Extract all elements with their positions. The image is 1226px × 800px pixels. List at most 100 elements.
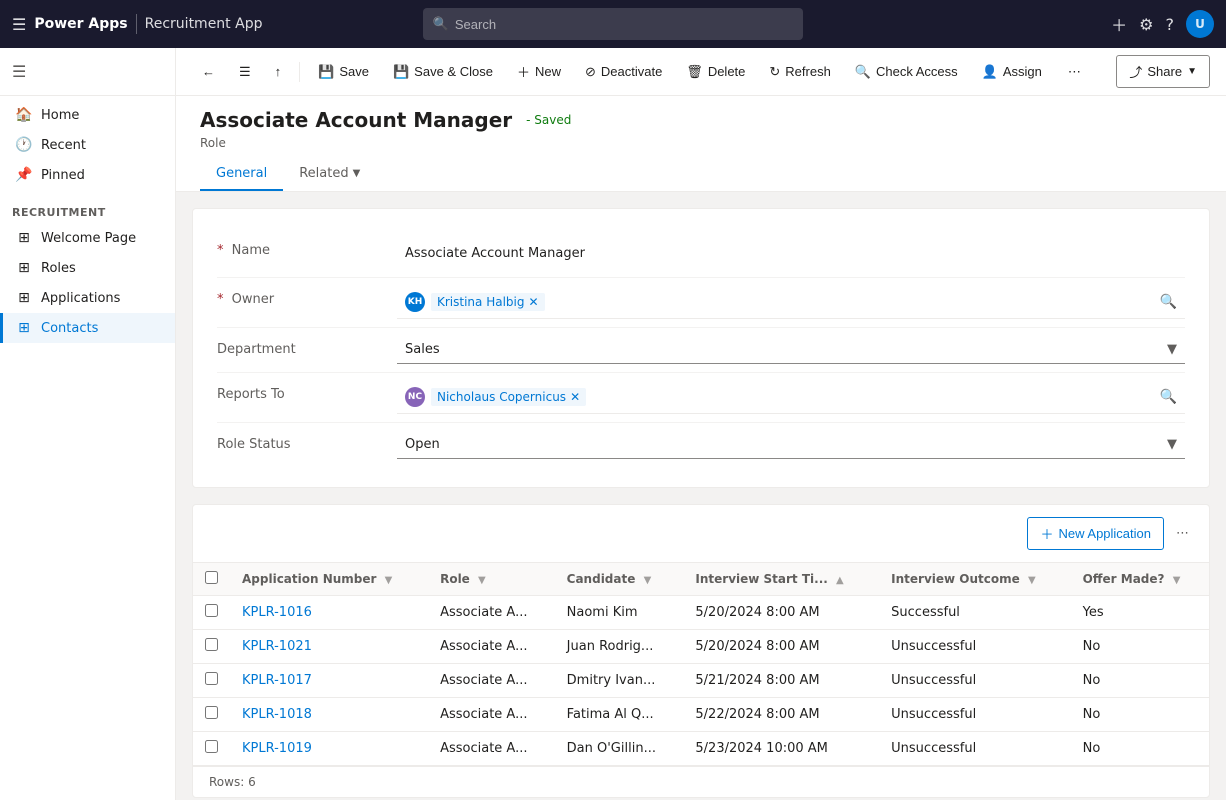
sidebar-toggle[interactable]: ☰ [0, 48, 175, 96]
applications-more-button[interactable]: ⋯ [1172, 522, 1193, 545]
row-checkbox[interactable] [205, 706, 218, 719]
row-offer-made: No [1071, 630, 1209, 664]
row-interview-outcome: Unsuccessful [879, 732, 1070, 766]
app-number-link[interactable]: KPLR-1018 [242, 707, 312, 722]
row-checkbox[interactable] [205, 672, 218, 685]
tab-related[interactable]: Related ▼ [283, 158, 376, 191]
row-checkbox[interactable] [205, 740, 218, 753]
assign-button[interactable]: 👤 Assign [972, 58, 1052, 86]
owner-name-text: Kristina Halbig [437, 295, 524, 309]
save-button[interactable]: 💾 Save [308, 58, 379, 86]
department-field-value[interactable]: Sales ▼ [397, 336, 1185, 364]
col-role-label: Role [440, 572, 470, 586]
back-button[interactable]: ← [192, 58, 225, 85]
owner-lookup-search-icon[interactable]: 🔍 [1160, 294, 1177, 310]
add-icon[interactable]: ＋ [1111, 12, 1127, 36]
department-chevron-icon: ▼ [1167, 342, 1177, 357]
share-button[interactable]: ⤴ Share ▼ [1116, 55, 1210, 88]
new-label: New [535, 64, 561, 79]
row-checkbox[interactable] [205, 638, 218, 651]
reports-to-lookup-search-icon[interactable]: 🔍 [1160, 389, 1177, 405]
reports-to-avatar: NC [405, 387, 425, 407]
toggle-view-button[interactable]: ☰ [229, 58, 261, 86]
row-interview-start: 5/20/2024 8:00 AM [683, 596, 879, 630]
tab-general[interactable]: General [200, 158, 283, 191]
list-view-icon: ☰ [239, 64, 251, 80]
role-status-chevron-icon: ▼ [1167, 437, 1177, 452]
row-app-number[interactable]: KPLR-1017 [230, 664, 428, 698]
sidebar-item-recent[interactable]: 🕐 Recent [0, 130, 175, 160]
app-number-link[interactable]: KPLR-1017 [242, 673, 312, 688]
share-chevron-icon: ▼ [1187, 66, 1197, 77]
sidebar-item-welcome-page[interactable]: ⊞ Welcome Page [0, 223, 175, 253]
search-bar[interactable]: 🔍 [423, 8, 803, 40]
col-offer-made[interactable]: Offer Made? ▼ [1071, 563, 1209, 596]
col-interview-start[interactable]: Interview Start Ti... ▲ [683, 563, 879, 596]
refresh-button[interactable]: ↻ Refresh [759, 58, 840, 86]
recent-icon: 🕐 [15, 137, 33, 153]
rows-count-value: 6 [248, 775, 256, 789]
row-app-number[interactable]: KPLR-1021 [230, 630, 428, 664]
app-number-link[interactable]: KPLR-1019 [242, 741, 312, 756]
help-icon[interactable]: ? [1166, 15, 1175, 34]
share-icon: ⤴ [1129, 62, 1142, 81]
department-field-label: Department [217, 336, 397, 357]
row-checkbox-cell[interactable] [193, 698, 230, 732]
deactivate-icon: ⊘ [585, 64, 596, 80]
row-checkbox-cell[interactable] [193, 732, 230, 766]
row-interview-start: 5/20/2024 8:00 AM [683, 630, 879, 664]
row-app-number[interactable]: KPLR-1016 [230, 596, 428, 630]
select-all-checkbox[interactable] [205, 571, 218, 584]
row-candidate: Fatima Al Q... [555, 698, 684, 732]
delete-button[interactable]: 🗑 Delete [676, 58, 755, 86]
row-app-number[interactable]: KPLR-1019 [230, 732, 428, 766]
app-number-link[interactable]: KPLR-1021 [242, 639, 312, 654]
form-row-name: * Name Associate Account Manager [217, 229, 1185, 278]
reports-to-remove-icon[interactable]: ✕ [570, 390, 580, 404]
row-checkbox-cell[interactable] [193, 596, 230, 630]
row-app-number[interactable]: KPLR-1018 [230, 698, 428, 732]
row-checkbox-cell[interactable] [193, 630, 230, 664]
col-application-number[interactable]: Application Number ▼ [230, 563, 428, 596]
sidebar-applications-label: Applications [41, 291, 120, 306]
form-row-reports-to: Reports To NC Nicholaus Copernicus ✕ [217, 373, 1185, 423]
col-interview-start-sort-icon: ▲ [836, 575, 844, 586]
row-offer-made: No [1071, 664, 1209, 698]
sidebar-item-contacts[interactable]: ⊞ Contacts [0, 313, 175, 343]
navigate-button[interactable]: ↑ [265, 58, 292, 85]
save-close-button[interactable]: 💾 Save & Close [383, 58, 503, 86]
role-status-field-value[interactable]: Open ▼ [397, 431, 1185, 459]
owner-field-value[interactable]: KH Kristina Halbig ✕ 🔍 [397, 286, 1185, 319]
col-candidate[interactable]: Candidate ▼ [555, 563, 684, 596]
row-checkbox-cell[interactable] [193, 664, 230, 698]
row-checkbox[interactable] [205, 604, 218, 617]
rows-label: Rows: [209, 775, 244, 789]
sidebar-item-applications[interactable]: ⊞ Applications [0, 283, 175, 313]
delete-icon: 🗑 [686, 64, 703, 80]
deactivate-button[interactable]: ⊘ Deactivate [575, 58, 672, 86]
user-avatar-icon[interactable]: U [1186, 10, 1214, 38]
new-application-button[interactable]: ＋ New Application [1027, 517, 1164, 550]
col-role[interactable]: Role ▼ [428, 563, 555, 596]
sidebar-item-home[interactable]: 🏠 Home [0, 100, 175, 130]
gear-icon[interactable]: ⚙ [1139, 15, 1153, 34]
name-field-value[interactable]: Associate Account Manager [397, 237, 1185, 269]
module-name-label: Recruitment App [145, 16, 263, 32]
role-status-field-label: Role Status [217, 431, 397, 452]
department-value-text: Sales [405, 342, 440, 357]
applications-table-header: ＋ New Application ⋯ [193, 505, 1209, 563]
new-button[interactable]: ＋ New [507, 56, 571, 87]
hamburger-menu-icon[interactable]: ☰ [12, 15, 26, 34]
owner-remove-icon[interactable]: ✕ [528, 295, 538, 309]
name-value-text: Associate Account Manager [405, 246, 585, 261]
reports-to-field-value[interactable]: NC Nicholaus Copernicus ✕ 🔍 [397, 381, 1185, 414]
col-interview-outcome[interactable]: Interview Outcome ▼ [879, 563, 1070, 596]
search-input[interactable] [455, 17, 793, 32]
sidebar-item-roles[interactable]: ⊞ Roles [0, 253, 175, 283]
select-all-column[interactable] [193, 563, 230, 596]
app-number-link[interactable]: KPLR-1016 [242, 605, 312, 620]
check-access-button[interactable]: 🔍 Check Access [845, 58, 968, 86]
more-button[interactable]: ⋯ [1058, 58, 1091, 86]
sidebar-item-pinned[interactable]: 📌 Pinned [0, 160, 175, 190]
new-icon: ＋ [517, 62, 530, 81]
